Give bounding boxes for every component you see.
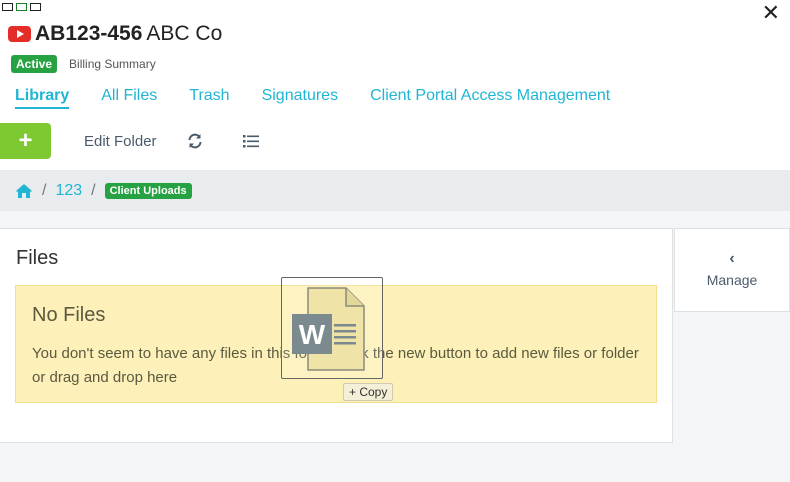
tab-signatures[interactable]: Signatures <box>262 87 339 109</box>
billing-summary-link[interactable]: Billing Summary <box>69 57 156 71</box>
page-title: AB123-456 ABC Co <box>8 22 222 46</box>
status-badge: Active <box>11 55 58 73</box>
list-icon[interactable] <box>242 133 259 149</box>
window-restore-icon[interactable] <box>16 3 27 11</box>
breadcrumb-current-folder: Client Uploads <box>104 182 192 199</box>
breadcrumb-separator: / <box>91 181 96 199</box>
word-document-icon: W <box>292 287 365 371</box>
status-row: Active Billing Summary <box>11 55 156 73</box>
window-maximize-icon[interactable] <box>30 3 41 11</box>
breadcrumb-separator: / <box>42 181 47 199</box>
refresh-icon[interactable] <box>187 133 203 149</box>
edit-folder-button[interactable]: Edit Folder <box>84 133 157 150</box>
tab-all-files[interactable]: All Files <box>101 87 157 109</box>
dragged-file-preview: W <box>281 277 383 379</box>
window-minimize-icon[interactable] <box>2 3 13 11</box>
tab-library[interactable]: Library <box>15 87 70 109</box>
chevron-left-icon: ‹ <box>729 250 735 267</box>
tab-bar: Library All Files Trash Signatures Clien… <box>15 87 642 109</box>
tab-trash[interactable]: Trash <box>189 87 229 109</box>
toolbar: + Edit Folder <box>0 123 259 159</box>
close-icon[interactable]: ✕ <box>762 2 780 24</box>
breadcrumb-folder-link[interactable]: 123 <box>55 182 82 200</box>
client-name: ABC Co <box>146 22 223 45</box>
manage-label: Manage <box>706 272 758 288</box>
tab-client-portal-access[interactable]: Client Portal Access Management <box>370 87 610 109</box>
word-letter: W <box>299 319 326 350</box>
empty-files-title: No Files <box>32 304 106 326</box>
home-icon[interactable] <box>15 183 33 199</box>
copy-tooltip: + Copy <box>343 383 394 401</box>
breadcrumb: / 123 / Client Uploads <box>0 170 790 211</box>
add-button[interactable]: + <box>0 123 51 159</box>
youtube-icon <box>8 26 31 42</box>
window-controls <box>2 3 41 11</box>
client-code: AB123-456 <box>35 22 143 45</box>
files-heading: Files <box>16 247 59 269</box>
manage-button[interactable]: ‹ Manage <box>674 228 790 312</box>
